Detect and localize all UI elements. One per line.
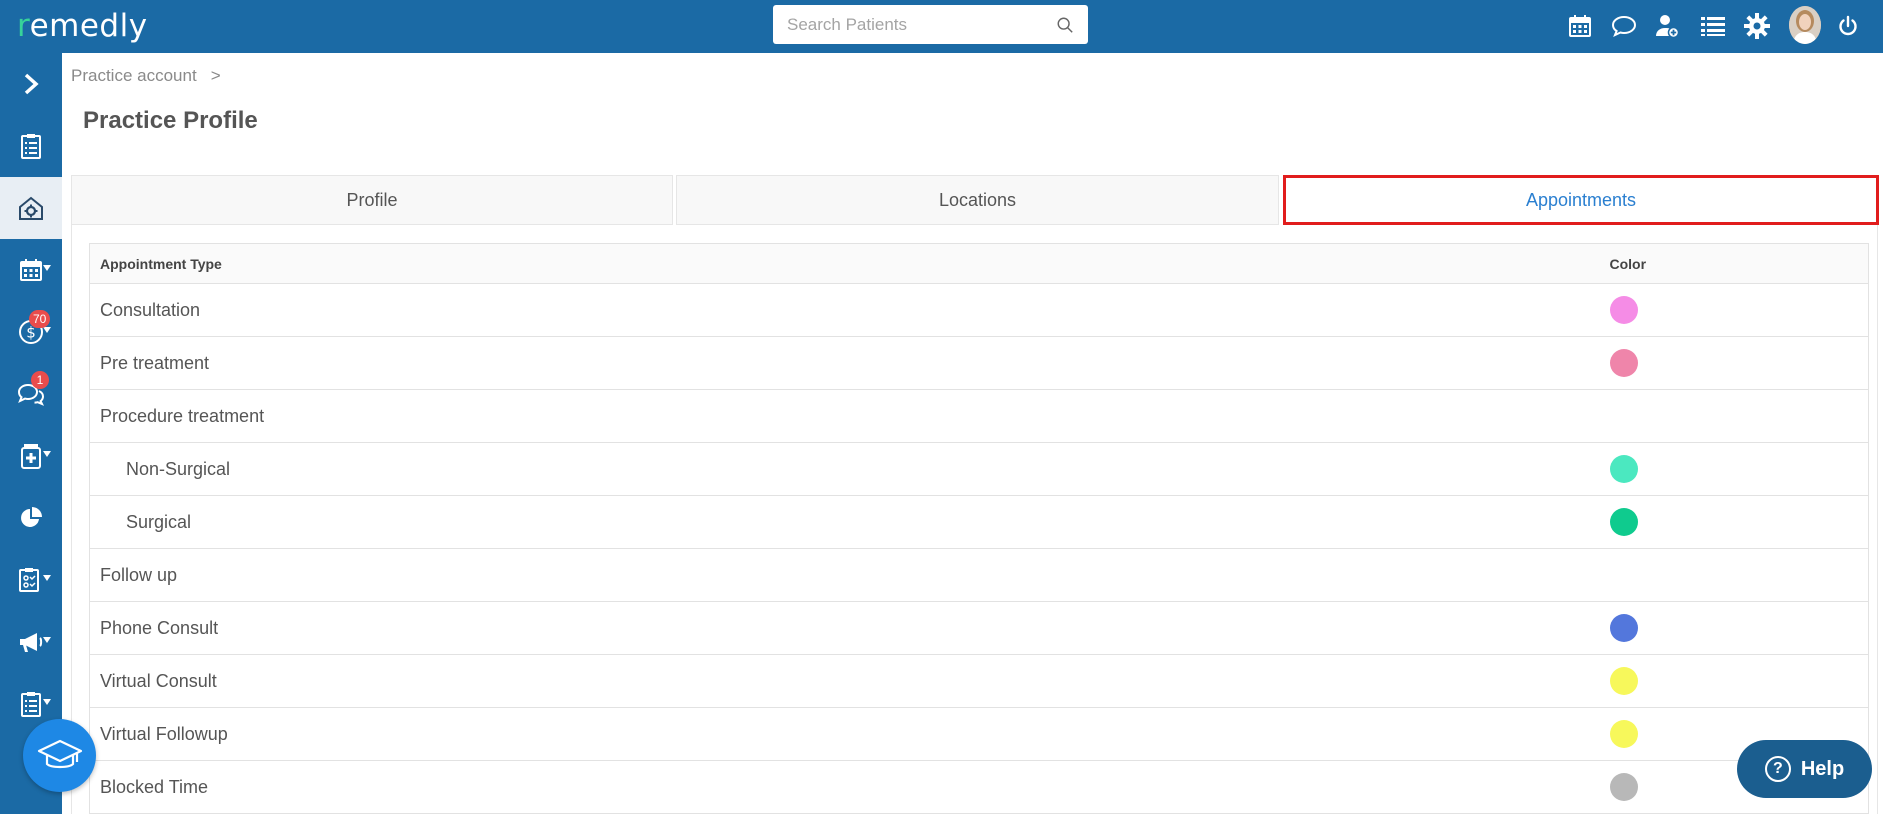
clipboard-icon <box>21 134 41 159</box>
color-swatch[interactable] <box>1609 773 1638 801</box>
color-swatch[interactable] <box>1609 349 1638 377</box>
clipboard-list-icon <box>21 692 41 717</box>
tab-appointments[interactable]: Appointments <box>1283 175 1879 225</box>
sidebar-expand-icon[interactable] <box>0 53 62 115</box>
table-row[interactable]: Non-Surgical <box>89 442 1869 496</box>
chevron-down-icon <box>43 265 51 271</box>
search-input[interactable] <box>787 5 1047 44</box>
remedly-logo[interactable]: remedly <box>17 8 148 44</box>
top-bar: remedly <box>0 0 1883 53</box>
calendar-icon[interactable] <box>1566 12 1594 40</box>
table-row[interactable]: Surgical <box>89 495 1869 549</box>
appointment-type-name: Pre treatment <box>89 336 1600 390</box>
sidebar-item-charts[interactable] <box>0 115 62 177</box>
tab-bar: Profile Locations Appointments <box>71 175 1879 225</box>
sidebar-item-practice-settings[interactable] <box>0 177 62 239</box>
logo-rest: emedly <box>29 8 148 44</box>
column-header-type: Appointment Type <box>89 243 1600 284</box>
search-icon[interactable] <box>1056 16 1074 34</box>
table-row[interactable]: Procedure treatment <box>89 389 1869 443</box>
appointment-color-cell <box>1599 601 1869 655</box>
sidebar-item-forms[interactable] <box>0 549 62 611</box>
appointment-color-cell <box>1599 654 1869 708</box>
sidebar-item-billing[interactable]: $ 70 <box>0 301 62 363</box>
pie-chart-icon <box>21 507 42 527</box>
appointment-type-name: Virtual Consult <box>89 654 1600 708</box>
calendar-icon <box>20 259 42 281</box>
appointment-type-name: Follow up <box>89 548 1600 602</box>
help-label: Help <box>1800 757 1845 780</box>
sidebar-item-marketing[interactable] <box>0 611 62 673</box>
forms-icon <box>19 568 39 592</box>
tab-profile[interactable]: Profile <box>71 175 673 225</box>
breadcrumb-separator: > <box>210 66 221 85</box>
color-swatch[interactable] <box>1609 455 1638 483</box>
sidebar-item-calendar[interactable] <box>0 239 62 301</box>
page-title: Practice Profile <box>83 107 258 134</box>
appointment-type-name: Virtual Followup <box>89 707 1600 761</box>
graduation-cap-icon <box>37 739 82 768</box>
appointment-type-name: Phone Consult <box>89 601 1600 655</box>
tab-locations[interactable]: Locations <box>676 175 1279 225</box>
table-row[interactable]: Virtual Consult <box>89 654 1869 708</box>
color-swatch[interactable] <box>1609 614 1638 642</box>
chevron-down-icon <box>43 575 51 581</box>
color-swatch[interactable] <box>1609 296 1638 324</box>
sidebar-item-reports[interactable] <box>0 487 62 549</box>
breadcrumb-practice-account[interactable]: Practice account <box>71 66 197 85</box>
chat-icon[interactable] <box>1610 12 1638 40</box>
avatar[interactable] <box>1789 6 1821 44</box>
table-row[interactable]: Pre treatment <box>89 336 1869 390</box>
sidebar: $ 70 1 <box>0 53 62 814</box>
breadcrumb: Practice account > <box>71 66 221 86</box>
chevron-down-icon <box>43 637 51 643</box>
appointment-types-table: Appointment Type Color Consultation Pre … <box>89 243 1869 814</box>
chevron-down-icon <box>43 327 51 333</box>
color-swatch[interactable] <box>1609 720 1638 748</box>
billing-badge: 70 <box>29 310 51 328</box>
appointment-color-cell <box>1599 283 1869 337</box>
logo-prefix: r <box>17 8 30 44</box>
home-gear-icon <box>19 196 43 220</box>
appointment-color-cell <box>1599 336 1869 390</box>
search-box <box>773 5 1088 44</box>
power-icon[interactable] <box>1834 12 1862 40</box>
appointment-color-cell <box>1599 548 1869 602</box>
appointment-type-name: Procedure treatment <box>89 389 1600 443</box>
table-row[interactable]: Phone Consult <box>89 601 1869 655</box>
sidebar-item-messages[interactable]: 1 <box>0 363 62 425</box>
question-icon: ? <box>1764 756 1791 782</box>
messages-badge: 1 <box>31 371 49 389</box>
help-button[interactable]: ? Help <box>1737 740 1872 798</box>
appointment-color-cell <box>1599 495 1869 549</box>
chevron-down-icon <box>43 451 51 457</box>
table-row[interactable]: Blocked Time <box>89 760 1869 814</box>
chevron-down-icon <box>43 699 51 705</box>
sidebar-item-pharmacy[interactable] <box>0 425 62 487</box>
appointment-type-name: Consultation <box>89 283 1600 337</box>
learning-center-button[interactable] <box>23 719 96 792</box>
table-row[interactable]: Virtual Followup <box>89 707 1869 761</box>
table-row[interactable]: Follow up <box>89 548 1869 602</box>
appointment-type-name: Non-Surgical <box>89 442 1600 496</box>
appointment-type-name: Blocked Time <box>89 760 1600 814</box>
list-icon[interactable] <box>1699 12 1727 40</box>
add-user-icon[interactable] <box>1653 12 1681 40</box>
color-swatch[interactable] <box>1609 508 1638 536</box>
appointment-color-cell <box>1599 442 1869 496</box>
gear-icon[interactable] <box>1743 12 1771 40</box>
megaphone-icon <box>20 633 43 652</box>
medicine-icon <box>21 444 41 469</box>
color-swatch[interactable] <box>1609 667 1638 695</box>
column-header-color: Color <box>1599 243 1869 284</box>
appointment-color-cell <box>1599 389 1869 443</box>
table-header-row: Appointment Type Color <box>89 243 1869 284</box>
table-row[interactable]: Consultation <box>89 283 1869 337</box>
appointment-type-name: Surgical <box>89 495 1600 549</box>
